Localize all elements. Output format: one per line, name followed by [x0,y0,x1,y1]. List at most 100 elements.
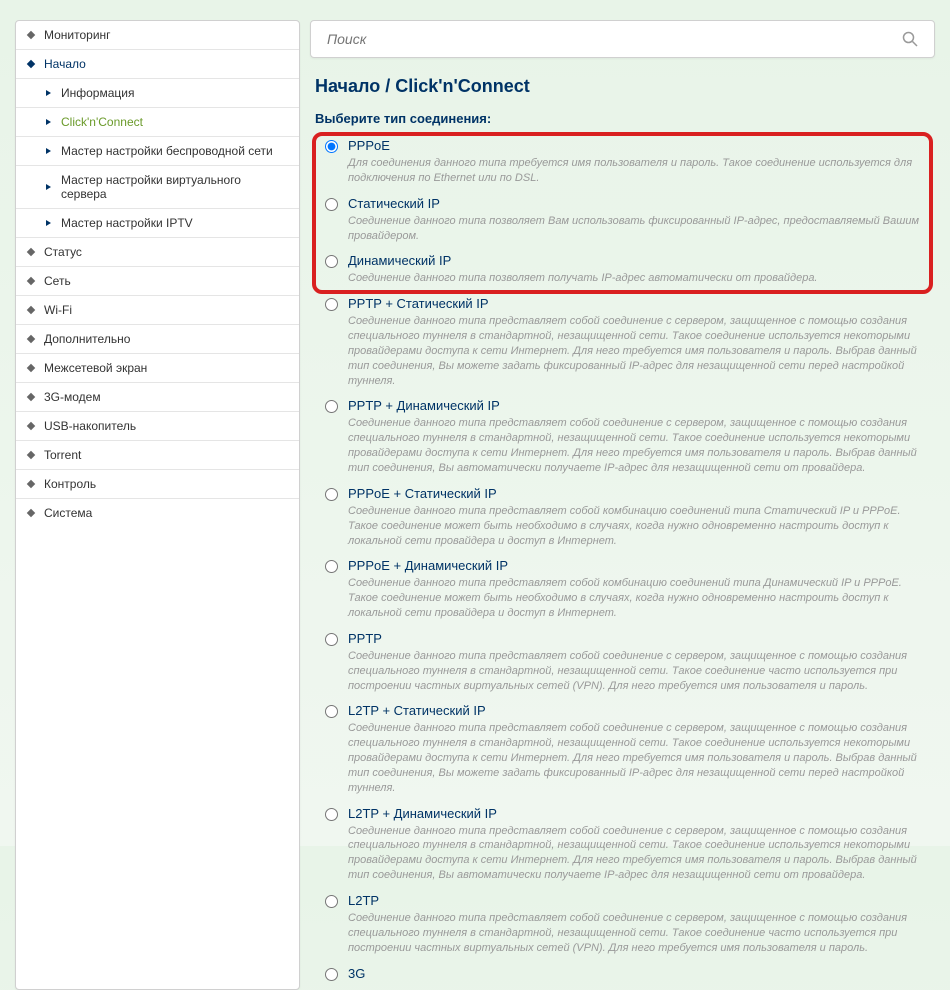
sidebar-item[interactable]: Статус [16,238,299,267]
connection-radio[interactable] [325,255,338,268]
diamond-icon [27,277,35,285]
connection-radio[interactable] [325,198,338,211]
connection-option: L2TP + Динамический IP Соединение данного… [315,802,930,887]
sidebar-item[interactable]: Система [16,499,299,527]
sidebar-item[interactable]: Начало [16,50,299,79]
option-description: Соединение данного типа позволяет получа… [348,271,920,286]
sidebar-item-label: Межсетевой экран [44,361,147,375]
sidebar-item[interactable]: Информация [16,79,299,108]
breadcrumb: Начало / Click'n'Connect [315,76,930,97]
sidebar-item-label: Мастер настройки IPTV [61,216,193,230]
sidebar-item[interactable]: Мастер настройки виртуального сервера [16,166,299,209]
sidebar-item[interactable]: Мастер настройки IPTV [16,209,299,238]
option-label: PPTP [348,631,920,646]
sidebar-item[interactable]: USB-накопитель [16,412,299,441]
diamond-icon [27,306,35,314]
option-description: Соединение данного типа представляет соб… [348,824,920,883]
diamond-icon [27,335,35,343]
connection-radio[interactable] [325,298,338,311]
diamond-icon [27,393,35,401]
search-bar [310,20,935,58]
connection-option: PPTP + Статический IPСоединение данного … [315,292,930,392]
arrow-right-icon [46,148,51,154]
connection-option: PPPoE + Динамический IPСоединение данног… [315,554,930,625]
search-input[interactable] [327,31,902,47]
sidebar-item-label: Torrent [44,448,81,462]
option-content: PPTP + Динамический IPСоединение данного… [348,398,930,475]
sidebar-item-label: Начало [44,57,86,71]
option-content: L2TP + Статический IPСоединение данного … [348,703,930,795]
option-content: L2TP + Динамический IP Соединение данного… [348,806,930,883]
option-description: Соединение данного типа представляет соб… [348,649,920,694]
sidebar-item[interactable]: Дополнительно [16,325,299,354]
option-description: Для соединения данного типа требуется им… [348,156,920,186]
sidebar-item-label: Информация [61,86,134,100]
sidebar-item[interactable]: Контроль [16,470,299,499]
sidebar-item[interactable]: Мониторинг [16,21,299,50]
sidebar-item-label: Статус [44,245,82,259]
connection-option: PPTP Соединение данного типа представляет… [315,627,930,698]
diamond-icon [27,422,35,430]
connection-radio[interactable] [325,705,338,718]
connection-radio[interactable] [325,808,338,821]
diamond-icon [27,451,35,459]
sidebar-item[interactable]: Wi-Fi [16,296,299,325]
option-content: L2TPСоединение данного типа представляет… [348,893,930,956]
option-content: Динамический IP Соединение данного типа п… [348,253,930,286]
arrow-right-icon [46,184,51,190]
option-label: PPTP + Динамический IP [348,398,920,413]
diamond-icon [27,509,35,517]
option-description: Соединение данного типа позволяет Вам ис… [348,214,920,244]
connection-radio[interactable] [325,488,338,501]
sidebar-item[interactable]: Мастер настройки беспроводной сети [16,137,299,166]
sidebar-item[interactable]: 3G-модем [16,383,299,412]
option-content: PPPoE + Статический IP Соединение данного… [348,486,930,549]
option-content: PPTP + Статический IPСоединение данного … [348,296,930,388]
option-label: PPPoE + Статический IP [348,486,920,501]
sidebar-item-label: Мастер настройки виртуального сервера [61,173,287,201]
option-content: PPPoE + Динамический IPСоединение данног… [348,558,930,621]
sidebar-item-label: USB-накопитель [44,419,136,433]
option-description: Соединение данного типа представляет соб… [348,504,920,549]
section-title: Выберите тип соединения: [315,111,930,126]
search-icon[interactable] [902,31,918,47]
arrow-right-icon [46,119,51,125]
sidebar-item-label: Мастер настройки беспроводной сети [61,144,273,158]
connection-options: PPPoE Для соединения данного типа требует… [315,134,930,988]
diamond-icon [27,480,35,488]
option-content: PPTP Соединение данного типа представляет… [348,631,930,694]
option-label: PPPoE [348,138,920,153]
connection-radio[interactable] [325,633,338,646]
diamond-icon [27,60,35,68]
sidebar-item-label: Click'n'Connect [61,115,143,129]
connection-option: 3G [315,962,930,988]
option-label: L2TP + Динамический IP [348,806,920,821]
connection-option: PPPoE Для соединения данного типа требует… [315,134,930,190]
option-content: Статический IPСоединение данного типа по… [348,196,930,244]
connection-option: L2TPСоединение данного типа представляет… [315,889,930,960]
sidebar-item[interactable]: Torrent [16,441,299,470]
connection-option: L2TP + Статический IPСоединение данного … [315,699,930,799]
option-label: PPTP + Статический IP [348,296,920,311]
diamond-icon [27,31,35,39]
sidebar-item[interactable]: Сеть [16,267,299,296]
connection-radio[interactable] [325,400,338,413]
option-label: Динамический IP [348,253,920,268]
connection-radio[interactable] [325,895,338,908]
connection-option: PPPoE + Статический IP Соединение данного… [315,482,930,553]
connection-radio[interactable] [325,968,338,981]
connection-radio[interactable] [325,140,338,153]
main-content: Начало / Click'n'Connect Выберите тип со… [310,20,935,990]
option-description: Соединение данного типа представляет соб… [348,911,920,956]
sidebar-item[interactable]: Click'n'Connect [16,108,299,137]
connection-option: Статический IPСоединение данного типа по… [315,192,930,248]
option-label: L2TP + Статический IP [348,703,920,718]
arrow-right-icon [46,90,51,96]
sidebar-item[interactable]: Межсетевой экран [16,354,299,383]
arrow-right-icon [46,220,51,226]
option-label: PPPoE + Динамический IP [348,558,920,573]
sidebar-item-label: Wi-Fi [44,303,72,317]
connection-option: PPTP + Динамический IPСоединение данного… [315,394,930,479]
sidebar-item-label: 3G-модем [44,390,101,404]
connection-radio[interactable] [325,560,338,573]
